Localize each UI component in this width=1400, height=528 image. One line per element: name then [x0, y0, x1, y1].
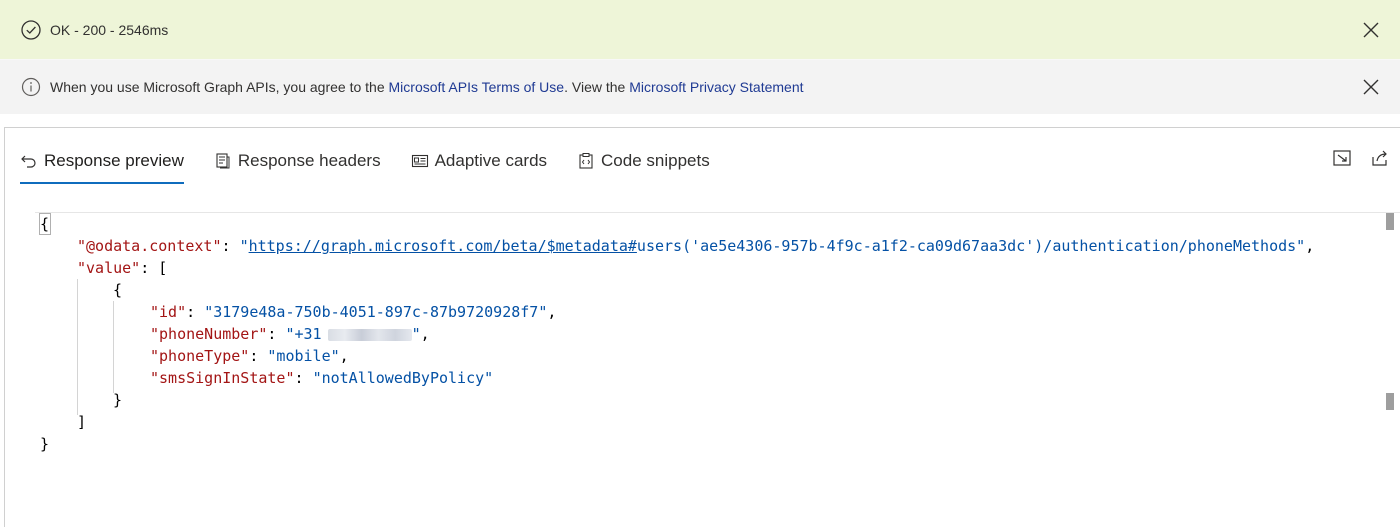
json-open-bracket: [: [158, 259, 168, 277]
json-key: "value": [77, 259, 141, 277]
json-line: }: [113, 389, 122, 411]
json-string: "mobile": [267, 347, 340, 365]
tab-label: Code snippets: [601, 151, 710, 170]
json-item-close: }: [113, 391, 123, 409]
info-icon: [21, 77, 41, 97]
json-string: "3179e48a-750b-4051-897c-87b9720928f7": [204, 303, 548, 321]
terms-link[interactable]: Microsoft APIs Terms of Use: [389, 79, 565, 95]
json-key: "phoneNumber": [150, 325, 268, 343]
odata-url-link[interactable]: https://graph.microsoft.com/beta/$metada…: [249, 237, 637, 255]
json-line: {: [40, 213, 49, 235]
json-close-bracket: ]: [77, 413, 87, 431]
json-line: "smsSignInState": "notAllowedByPolicy": [150, 369, 494, 387]
scrollbar-marker: [1386, 393, 1394, 410]
info-prefix: When you use Microsoft Graph APIs, you a…: [50, 79, 389, 95]
undo-arrow-icon: [21, 155, 36, 168]
indent-guide: [113, 301, 114, 393]
close-icon[interactable]: [1362, 78, 1380, 96]
json-string: "notAllowedByPolicy": [312, 369, 494, 387]
json-string: "+31: [285, 325, 322, 343]
check-circle-icon: [21, 19, 41, 40]
response-tabs: Response preview Response headers Adapti…: [20, 142, 740, 184]
json-string: ": [411, 325, 421, 343]
json-key: "smsSignInState": [150, 369, 295, 387]
expand-icon[interactable]: [1332, 148, 1352, 168]
status-text: OK - 200 - 2546ms: [50, 21, 169, 38]
json-line: }: [40, 433, 49, 455]
tab-adaptive-cards[interactable]: Adaptive cards: [411, 142, 547, 180]
tab-response-headers[interactable]: Response headers: [214, 142, 381, 180]
redacted-phone: [327, 328, 412, 341]
status-banner: OK - 200 - 2546ms: [0, 0, 1400, 59]
json-close-brace: }: [40, 435, 50, 453]
json-open-brace: {: [40, 215, 50, 233]
json-key: "id": [150, 303, 187, 321]
scrollbar-thumb[interactable]: [1386, 213, 1394, 230]
tab-label: Adaptive cards: [434, 151, 548, 170]
document-icon: [216, 153, 230, 169]
vertical-scrollbar[interactable]: [1386, 213, 1394, 513]
panel-actions: [1332, 148, 1390, 168]
json-line: "@odata.context": "https://graph.microso…: [77, 237, 1315, 255]
close-icon[interactable]: [1362, 21, 1380, 39]
json-key: "@odata.context": [77, 237, 222, 255]
info-text: When you use Microsoft Graph APIs, you a…: [50, 79, 804, 95]
indent-guide: [77, 279, 78, 415]
clipboard-code-icon: [579, 153, 593, 169]
privacy-link[interactable]: Microsoft Privacy Statement: [629, 79, 803, 95]
tab-label: Response preview: [44, 151, 184, 170]
tab-label: Response headers: [237, 151, 381, 170]
json-line: {: [113, 279, 122, 301]
json-line: ]: [77, 411, 86, 433]
info-banner: When you use Microsoft Graph APIs, you a…: [0, 59, 1400, 114]
share-icon[interactable]: [1370, 148, 1390, 168]
json-line: "id": "3179e48a-750b-4051-897c-87b972092…: [150, 303, 557, 321]
json-line: "phoneType": "mobile",: [150, 347, 349, 365]
tab-response-preview[interactable]: Response preview: [20, 142, 184, 184]
json-string: users('ae5e4306-957b-4f9c-a1f2-ca09d67aa…: [636, 237, 1306, 255]
json-line: "value": [: [77, 259, 168, 277]
json-line: "phoneNumber": "+31 ",: [150, 325, 430, 343]
card-icon: [411, 154, 428, 168]
json-viewer[interactable]: { "@odata.context": "https://graph.micro…: [35, 212, 1400, 528]
json-key: "phoneType": [150, 347, 250, 365]
tab-code-snippets[interactable]: Code snippets: [577, 142, 710, 180]
info-middle: . View the: [564, 79, 630, 95]
json-item-open: {: [113, 281, 123, 299]
response-panel: Response preview Response headers Adapti…: [4, 127, 1400, 527]
